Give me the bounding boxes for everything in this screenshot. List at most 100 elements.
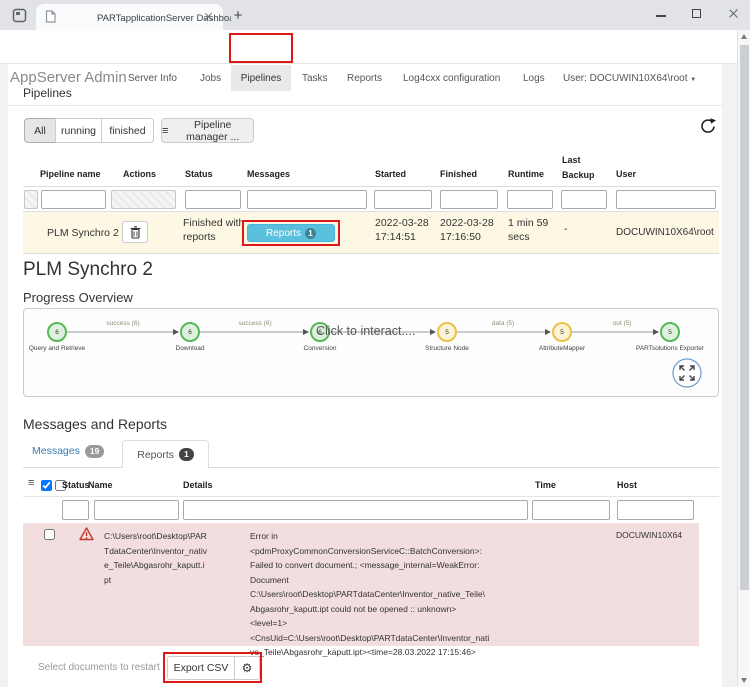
browser-tab-bar: PARTapplicationServer Dashboar +	[0, 0, 750, 30]
expand-graph-icon[interactable]	[671, 357, 703, 389]
filter-report-time[interactable]	[532, 500, 610, 520]
col-pipeline-name: Pipeline name	[40, 169, 101, 179]
filter-input-backup[interactable]	[561, 190, 607, 209]
filter-input-started[interactable]	[374, 190, 432, 209]
vertical-scrollbar[interactable]	[737, 30, 750, 687]
browser-tab[interactable]: PARTapplicationServer Dashboar	[36, 4, 223, 30]
node-label-attributemapper: AttributeMapper	[539, 345, 585, 352]
table-divider	[23, 186, 719, 187]
col-report-host: Host	[617, 480, 637, 490]
filter-report-host[interactable]	[617, 500, 694, 520]
user-cell: DOCUWIN10X64\root	[616, 227, 714, 238]
filter-input-finished[interactable]	[440, 190, 498, 209]
filter-input-status[interactable]	[185, 190, 241, 209]
scroll-up-arrow[interactable]	[741, 34, 747, 39]
export-settings-button[interactable]: ⚙	[234, 656, 260, 680]
nav-item-log4cxx[interactable]: Log4cxx configuration	[403, 73, 500, 84]
app-navbar: AppServer Admin Server Info Jobs Pipelin…	[0, 30, 750, 64]
maximize-button[interactable]	[692, 9, 701, 18]
filter-input-messages[interactable]	[247, 190, 367, 209]
filter-report-status[interactable]	[62, 500, 89, 520]
delete-pipeline-button[interactable]	[122, 221, 148, 243]
list-icon: ≡	[162, 125, 168, 137]
filter-input-pipeline-name[interactable]	[41, 190, 106, 209]
nav-item-server-info[interactable]: Server Info	[128, 73, 177, 84]
graph-node-download[interactable]: 6	[180, 322, 200, 342]
page-icon	[45, 10, 56, 23]
error-warning-icon	[79, 527, 94, 541]
nav-item-tasks[interactable]: Tasks	[302, 73, 328, 84]
progress-overview-label: Progress Overview	[23, 290, 133, 305]
pipeline-manager-button[interactable]: ≡ Pipeline manager ...	[161, 118, 254, 143]
edge-label-1: success (6)	[106, 320, 139, 327]
filter-report-name[interactable]	[94, 500, 179, 520]
scrollbar-thumb[interactable]	[740, 45, 749, 590]
edge-label-2: success (6)	[238, 320, 271, 327]
pipeline-manager-label: Pipeline manager ...	[172, 119, 253, 143]
filter-running-button[interactable]: running	[55, 118, 102, 143]
nav-item-pipelines-label: Pipelines	[241, 73, 282, 84]
tab-messages[interactable]: Messages 19	[32, 445, 104, 458]
reports-button-label: Reports	[266, 228, 301, 239]
export-csv-button[interactable]: Export CSV	[167, 656, 235, 680]
filter-all-button[interactable]: All	[24, 118, 56, 143]
node-count: 5	[668, 329, 672, 336]
tab-reports-badge: 1	[179, 448, 194, 461]
tab-reports[interactable]: Reports 1	[122, 440, 209, 468]
col-messages: Messages	[247, 169, 290, 179]
node-label-structure-node: Structure Node	[425, 345, 469, 352]
filter-input-runtime[interactable]	[507, 190, 553, 209]
node-count: 5	[560, 329, 564, 336]
select-all-checkbox[interactable]	[41, 480, 52, 491]
col-runtime: Runtime	[508, 169, 544, 179]
browser-window: PARTapplicationServer Dashboar + AppServ…	[0, 0, 750, 687]
left-gutter	[0, 64, 8, 687]
tab-close-icon[interactable]	[203, 12, 212, 21]
runtime-cell: 1 min 59 secs	[508, 216, 554, 244]
graph-node-query-retrieve[interactable]: 6	[47, 322, 67, 342]
col-user: User	[616, 169, 636, 179]
finished-cell: 2022-03-28 17:16:50	[440, 216, 498, 244]
graph-node-partsolutions-exporter[interactable]: 5	[660, 322, 680, 342]
window-close-icon[interactable]	[727, 8, 738, 19]
report-name-cell: C:\Users\root\Desktop\PARTdataCenter\Inv…	[104, 529, 208, 587]
tab-switcher-icon[interactable]	[12, 8, 27, 23]
minimize-button[interactable]	[656, 15, 666, 17]
tab-messages-badge: 19	[85, 445, 104, 458]
column-menu-icon[interactable]: ≡	[28, 477, 34, 489]
chevron-down-icon: ▼	[690, 77, 696, 83]
user-menu[interactable]: User: DOCUWIN10X64\root ▼	[563, 73, 696, 84]
node-label-query-retrieve: Query and Retrieve	[29, 345, 85, 352]
trash-icon	[130, 226, 141, 239]
nav-item-logs[interactable]: Logs	[523, 73, 545, 84]
refresh-icon[interactable]	[699, 117, 717, 135]
nav-item-pipelines[interactable]: Pipelines	[231, 65, 291, 91]
node-count: 6	[188, 329, 192, 336]
filter-finished-button[interactable]: finished	[101, 118, 154, 143]
scroll-down-arrow[interactable]	[741, 678, 747, 683]
col-started: Started	[375, 169, 406, 179]
col-report-status: Status	[62, 480, 90, 490]
report-host-cell: DOCUWIN10X64	[616, 530, 682, 540]
gear-icon: ⚙	[242, 661, 253, 675]
filter-report-details[interactable]	[183, 500, 528, 520]
report-row-checkbox[interactable]	[44, 529, 55, 540]
col-status: Status	[185, 169, 213, 179]
nav-item-reports[interactable]: Reports	[347, 73, 382, 84]
filter-all-label: All	[34, 125, 46, 137]
graph-node-structure-node[interactable]: 5	[437, 322, 457, 342]
restart-hint: Select documents to restart	[38, 662, 160, 673]
reports-button[interactable]: Reports 1	[247, 224, 335, 242]
right-gutter	[722, 64, 737, 687]
col-report-time: Time	[535, 480, 556, 490]
nav-item-jobs[interactable]: Jobs	[200, 73, 221, 84]
new-tab-button[interactable]: +	[229, 4, 247, 26]
app-brand: AppServer Admin	[10, 69, 127, 86]
graph-node-attributemapper[interactable]: 5	[552, 322, 572, 342]
filter-input-actions	[111, 190, 176, 209]
node-count: 6	[55, 329, 59, 336]
col-last-backup: Last Backup	[562, 153, 602, 183]
filter-input-user[interactable]	[616, 190, 716, 209]
messages-reports-title: Messages and Reports	[23, 416, 167, 432]
detail-title: PLM Synchro 2	[23, 259, 153, 281]
